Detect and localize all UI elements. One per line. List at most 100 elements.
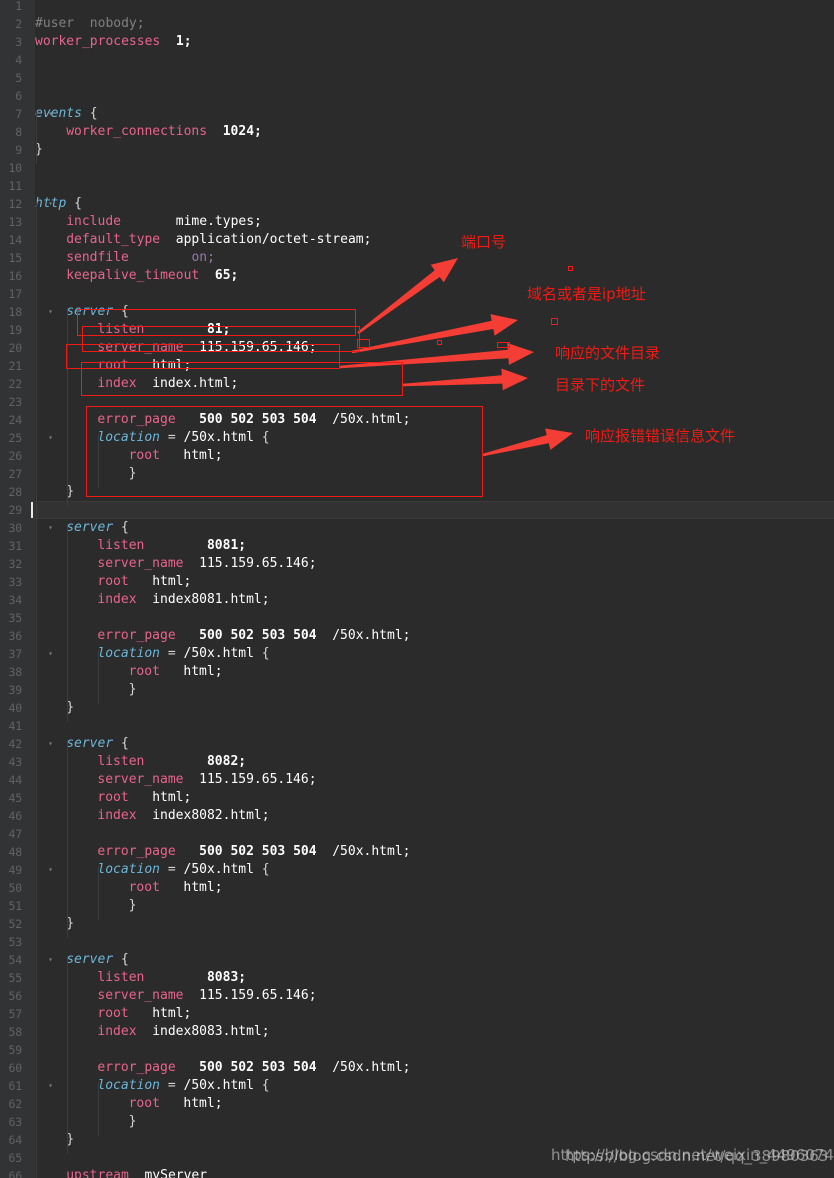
code-token: root: [97, 574, 129, 589]
code-token: /50x.html: [183, 646, 254, 661]
code-token: 1024;: [222, 124, 262, 139]
code-line[interactable]: worker_connections 1024;: [66, 123, 262, 141]
code-line[interactable]: events {: [35, 105, 98, 123]
line-number: 53: [8, 935, 23, 949]
code-line[interactable]: }: [129, 897, 137, 915]
code-token: }: [128, 682, 137, 697]
code-line[interactable]: server_name 115.159.65.146;: [97, 555, 316, 573]
code-token: 65;: [214, 268, 239, 283]
watermark-line-b: https://blog.csdn.net/qq_38980363: [565, 1147, 829, 1165]
code-token: server_name: [97, 556, 184, 571]
code-token: events: [35, 106, 82, 121]
indent-guide: [98, 1082, 100, 1136]
code-line[interactable]: }: [129, 465, 137, 483]
code-line[interactable]: root html;: [97, 1005, 191, 1023]
code-line[interactable]: server {: [66, 303, 129, 321]
code-line[interactable]: location = /50x.html {: [97, 1077, 269, 1095]
indent-guide: [98, 866, 100, 920]
code-token: root: [97, 1006, 129, 1021]
code-line[interactable]: sendfile on;: [66, 249, 215, 267]
line-number: 28: [8, 485, 23, 499]
code-line[interactable]: worker_processes 1;: [35, 33, 192, 51]
code-content[interactable]: #user nobody; worker_processes 1; events {…: [35, 0, 834, 1178]
code-token: keepalive_timeout: [66, 268, 200, 283]
code-line[interactable]: error_page 500 502 503 504 /50x.html;: [97, 843, 410, 861]
code-token: html;: [152, 358, 192, 373]
code-token: {: [113, 520, 129, 535]
code-line[interactable]: root html;: [97, 789, 191, 807]
fold-gutter[interactable]: ▾ ▾ ▾ ▾ ▾ ▾ ▾ ▾ ▾ ▾: [22, 0, 53, 1178]
code-line[interactable]: location = /50x.html {: [97, 645, 269, 663]
code-line[interactable]: upstream myServer: [66, 1167, 207, 1178]
code-line[interactable]: server_name 115.159.65.146;: [97, 987, 316, 1005]
code-line[interactable]: location = /50x.html {: [97, 429, 269, 447]
line-number: 56: [8, 989, 23, 1003]
code-token: listen: [97, 754, 145, 769]
code-token: /50x.html: [183, 430, 254, 445]
code-token: include: [66, 214, 121, 229]
code-line[interactable]: index index8082.html;: [97, 807, 269, 825]
code-line[interactable]: }: [129, 681, 137, 699]
line-number: 26: [8, 449, 23, 463]
code-line[interactable]: location = /50x.html {: [97, 861, 269, 879]
code-line[interactable]: root html;: [129, 879, 223, 897]
code-token: {: [253, 862, 270, 877]
code-token: application/octet-stream;: [175, 232, 372, 247]
code-line[interactable]: keepalive_timeout 65;: [66, 267, 238, 285]
line-number: 58: [8, 1025, 23, 1039]
line-number: 34: [8, 593, 23, 607]
code-editor[interactable]: 1 2 3 4 5 6 7 8 9 10 11 12 13 14 15 16 17 18 19 20 21 22 23 24 2…: [0, 0, 834, 1178]
code-token: server_name: [97, 340, 184, 355]
code-line[interactable]: listen 8083;: [97, 969, 246, 987]
code-token: worker_processes: [35, 34, 161, 49]
code-line[interactable]: root html;: [97, 357, 191, 375]
code-line[interactable]: server {: [66, 735, 129, 753]
code-line[interactable]: listen 8082;: [97, 753, 246, 771]
code-line[interactable]: default_type application/octet-stream;: [66, 231, 371, 249]
line-number: 66: [8, 1169, 23, 1178]
code-line[interactable]: listen 81;: [97, 321, 230, 339]
code-token: 500 502 503 504: [199, 1060, 317, 1075]
code-token: html;: [183, 448, 223, 463]
line-number: 10: [8, 161, 23, 175]
code-line[interactable]: }: [129, 1113, 137, 1131]
code-token: 8082;: [206, 754, 247, 769]
code-token: html;: [152, 574, 192, 589]
code-line[interactable]: http {: [35, 195, 82, 213]
code-line[interactable]: server {: [66, 951, 129, 969]
code-line[interactable]: include mime.types;: [66, 213, 262, 231]
code-line[interactable]: server_name 115.159.65.146;: [97, 771, 316, 789]
code-line[interactable]: #user nobody;: [35, 15, 145, 33]
code-token: {: [253, 646, 270, 661]
code-token: root: [128, 880, 160, 895]
indent-guide: [36, 110, 37, 164]
code-token: root: [128, 1096, 160, 1111]
code-line[interactable]: error_page 500 502 503 504 /50x.html;: [97, 627, 410, 645]
code-line[interactable]: index index8083.html;: [97, 1023, 269, 1041]
code-line[interactable]: server {: [66, 519, 129, 537]
code-line[interactable]: error_page 500 502 503 504 /50x.html;: [97, 1059, 410, 1077]
line-number: 62: [8, 1097, 23, 1111]
code-line[interactable]: root html;: [97, 573, 191, 591]
code-token: index: [97, 376, 137, 391]
code-token: {: [113, 304, 129, 319]
code-line[interactable]: index index.html;: [97, 375, 238, 393]
code-line[interactable]: index index8081.html;: [97, 591, 269, 609]
line-number: 54: [8, 953, 23, 967]
code-token: 115.159.65.146;: [199, 340, 317, 355]
code-token: {: [113, 952, 129, 967]
code-line[interactable]: server_name 115.159.65.146;: [97, 339, 316, 357]
code-line[interactable]: root html;: [129, 663, 223, 681]
code-token: server: [66, 520, 114, 535]
code-token: error_page: [97, 412, 176, 427]
code-line[interactable]: root html;: [129, 1095, 223, 1113]
code-line[interactable]: root html;: [129, 447, 223, 465]
code-token: }: [128, 1114, 137, 1129]
line-number: 22: [8, 377, 23, 391]
code-line[interactable]: listen 8081;: [97, 537, 246, 555]
code-line[interactable]: error_page 500 502 503 504 /50x.html;: [97, 411, 410, 429]
